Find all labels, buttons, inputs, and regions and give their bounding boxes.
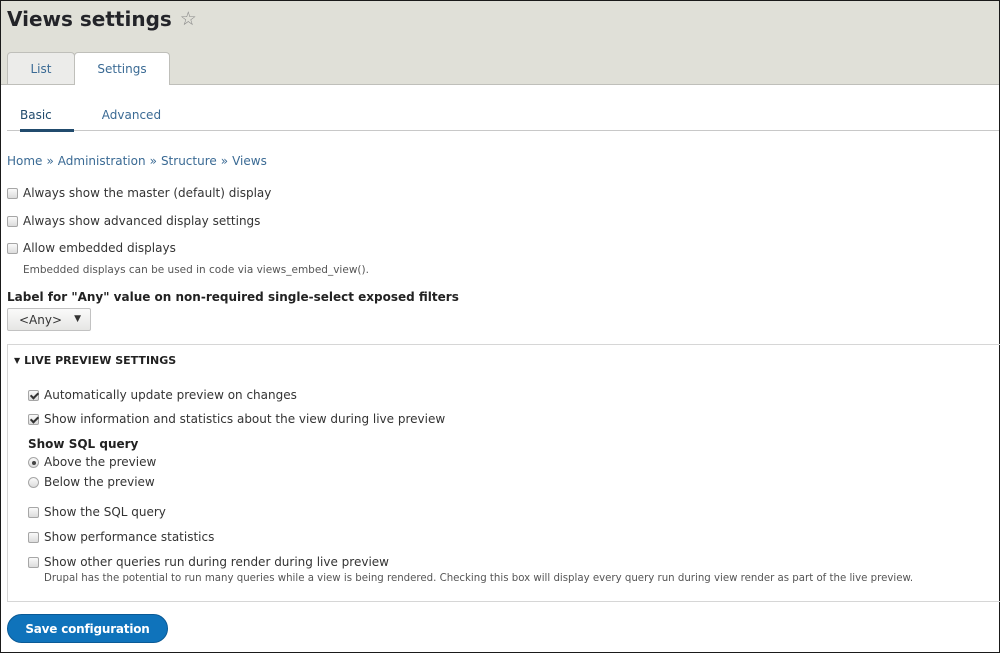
allow-embedded-label: Allow embedded displays	[23, 241, 176, 255]
save-configuration-button[interactable]: Save configuration	[7, 614, 168, 643]
sql-above-option[interactable]: Above the preview	[28, 455, 156, 469]
always-show-advanced-option[interactable]: Always show advanced display settings	[7, 214, 260, 228]
sql-above-label: Above the preview	[44, 455, 157, 469]
breadcrumb-administration[interactable]: Administration	[58, 154, 146, 168]
live-preview-fieldset: ▼ LIVE PREVIEW SETTINGS Automatically up…	[7, 344, 1000, 602]
allow-embedded-option[interactable]: Allow embedded displays	[7, 241, 176, 255]
triangle-down-icon: ▼	[14, 356, 21, 365]
allow-embedded-description: Embedded displays can be used in code vi…	[23, 264, 369, 276]
show-info-stats-checkbox[interactable]	[28, 413, 39, 425]
any-label-select[interactable]: <Any> ▼	[7, 308, 91, 331]
allow-embedded-checkbox[interactable]	[7, 242, 18, 254]
breadcrumb-structure[interactable]: Structure	[161, 154, 217, 168]
show-sql-label: Show the SQL query	[44, 505, 166, 519]
always-show-master-label: Always show the master (default) display	[23, 186, 272, 200]
breadcrumb-separator: »	[149, 154, 157, 168]
tab-basic[interactable]: Basic	[7, 98, 74, 132]
show-other-queries-label: Show other queries run during render dur…	[44, 555, 389, 569]
show-other-queries-checkbox[interactable]	[28, 556, 39, 568]
always-show-master-option[interactable]: Always show the master (default) display	[7, 186, 271, 200]
live-preview-legend[interactable]: ▼ LIVE PREVIEW SETTINGS	[14, 354, 176, 367]
show-performance-option[interactable]: Show performance statistics	[28, 530, 214, 544]
chevron-down-icon: ▼	[74, 314, 81, 324]
always-show-advanced-label: Always show advanced display settings	[23, 214, 261, 228]
show-performance-checkbox[interactable]	[28, 531, 39, 543]
breadcrumb-separator: »	[220, 154, 229, 168]
auto-update-checkbox[interactable]	[28, 389, 39, 401]
page-title: Views settings ☆	[7, 7, 197, 31]
breadcrumb-separator: »	[46, 154, 54, 168]
page-title-text: Views settings	[7, 7, 172, 31]
auto-update-option[interactable]: Automatically update preview on changes	[28, 388, 297, 402]
any-label-selected-value: <Any>	[19, 312, 63, 327]
sql-below-label: Below the preview	[44, 475, 155, 489]
star-outline-icon[interactable]: ☆	[180, 8, 197, 30]
show-sql-option[interactable]: Show the SQL query	[28, 505, 166, 519]
breadcrumb-views[interactable]: Views	[232, 154, 267, 168]
always-show-advanced-checkbox[interactable]	[7, 215, 18, 227]
show-info-stats-option[interactable]: Show information and statistics about th…	[28, 412, 445, 426]
breadcrumb: Home» Administration» Structure» Views	[7, 154, 267, 168]
tab-settings[interactable]: Settings	[74, 52, 170, 85]
any-label-heading: Label for "Any" value on non-required si…	[7, 290, 459, 304]
page-header: Views settings ☆ List Settings	[1, 1, 999, 85]
tab-list[interactable]: List	[7, 52, 75, 84]
show-other-queries-description: Drupal has the potential to run many que…	[44, 573, 914, 584]
primary-tabs: List Settings	[7, 52, 170, 85]
secondary-tabs: Basic Advanced	[7, 98, 999, 132]
show-performance-label: Show performance statistics	[44, 530, 215, 544]
sql-above-radio[interactable]	[28, 456, 39, 468]
show-info-stats-label: Show information and statistics about th…	[44, 412, 446, 426]
sql-below-option[interactable]: Below the preview	[28, 475, 155, 489]
auto-update-label: Automatically update preview on changes	[44, 388, 297, 402]
always-show-master-checkbox[interactable]	[7, 187, 18, 199]
show-other-queries-option[interactable]: Show other queries run during render dur…	[28, 555, 389, 569]
show-sql-query-heading: Show SQL query	[28, 437, 139, 451]
show-sql-checkbox[interactable]	[28, 506, 39, 518]
breadcrumb-home[interactable]: Home	[7, 154, 42, 168]
tab-advanced[interactable]: Advanced	[89, 98, 174, 131]
sql-below-radio[interactable]	[28, 476, 39, 488]
live-preview-legend-text: LIVE PREVIEW SETTINGS	[24, 354, 177, 367]
